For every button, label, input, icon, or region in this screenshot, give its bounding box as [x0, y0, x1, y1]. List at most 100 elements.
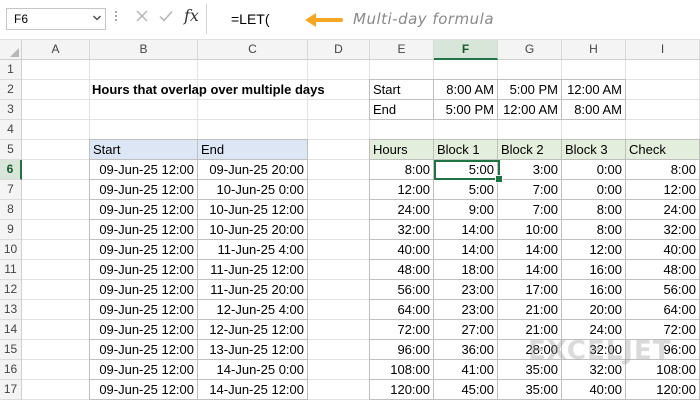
date-cell[interactable]: 09-Jun-25 12:00 [89, 159, 198, 180]
hours-cell[interactable]: 8:00 [625, 159, 700, 180]
hours-cell[interactable]: 16:00 [561, 259, 626, 280]
name-box[interactable]: F6 [6, 8, 106, 30]
hours-cell[interactable]: 8:00 [561, 199, 626, 220]
hours-cell[interactable]: 40:00 [369, 239, 434, 260]
row-header-12[interactable]: 12 [0, 280, 22, 300]
block-time-cell[interactable]: 5:00 PM [497, 79, 562, 100]
hours-cell[interactable]: 20:00 [561, 299, 626, 320]
date-cell[interactable]: 10-Jun-25 0:00 [197, 179, 308, 200]
hours-cell[interactable]: 7:00 [497, 179, 562, 200]
hours-cell[interactable]: 0:00 [561, 159, 626, 180]
hours-cell[interactable]: 18:00 [433, 259, 498, 280]
date-cell[interactable]: 10-Jun-25 20:00 [197, 219, 308, 240]
date-cell[interactable]: 09-Jun-25 12:00 [89, 219, 198, 240]
hours-cell[interactable]: 48:00 [625, 259, 700, 280]
select-all-corner[interactable] [0, 40, 22, 60]
hours-cell[interactable]: 0:00 [561, 179, 626, 200]
hours-cell[interactable]: 14:00 [433, 219, 498, 240]
hours-cell[interactable]: 23:00 [433, 299, 498, 320]
hours-table-header[interactable]: Check [625, 139, 700, 160]
date-cell[interactable]: 11-Jun-25 4:00 [197, 239, 308, 260]
row-header-11[interactable]: 11 [0, 260, 22, 280]
hours-cell[interactable]: 12:00 [625, 179, 700, 200]
row-header-13[interactable]: 13 [0, 300, 22, 320]
cancel-icon[interactable] [134, 8, 150, 24]
hours-table-header[interactable]: Block 3 [561, 139, 626, 160]
date-cell[interactable]: 09-Jun-25 12:00 [89, 279, 198, 300]
hours-cell[interactable]: 108:00 [369, 359, 434, 380]
hours-table-header[interactable]: Block 1 [433, 139, 498, 160]
hours-cell[interactable]: 64:00 [625, 299, 700, 320]
enter-check-icon[interactable] [158, 8, 174, 24]
hours-cell[interactable]: 64:00 [369, 299, 434, 320]
date-cell[interactable]: 09-Jun-25 12:00 [89, 239, 198, 260]
hours-cell[interactable]: 9:00 [433, 199, 498, 220]
date-cell[interactable]: 13-Jun-25 12:00 [197, 339, 308, 360]
date-cell[interactable]: 09-Jun-25 12:00 [89, 199, 198, 220]
date-cell[interactable]: 10-Jun-25 12:00 [197, 199, 308, 220]
row-header-1[interactable]: 1 [0, 60, 22, 80]
date-cell[interactable]: 12-Jun-25 4:00 [197, 299, 308, 320]
column-header-a[interactable]: A [22, 40, 90, 60]
column-header-b[interactable]: B [90, 40, 198, 60]
date-cell[interactable]: 12-Jun-25 12:00 [197, 319, 308, 340]
row-header-14[interactable]: 14 [0, 320, 22, 340]
date-cell[interactable]: 09-Jun-25 12:00 [89, 319, 198, 340]
hours-cell[interactable]: 5:00 [433, 179, 498, 200]
row-header-7[interactable]: 7 [0, 180, 22, 200]
date-cell[interactable]: 11-Jun-25 12:00 [197, 259, 308, 280]
column-header-f[interactable]: F [434, 40, 498, 60]
hours-cell[interactable]: 8:00 [561, 219, 626, 240]
row-header-9[interactable]: 9 [0, 220, 22, 240]
date-cell[interactable]: 14-Jun-25 0:00 [197, 359, 308, 380]
hours-cell[interactable]: 16:00 [561, 279, 626, 300]
insert-function-icon[interactable]: fx [184, 6, 199, 25]
hours-cell[interactable]: 48:00 [369, 259, 434, 280]
block-row-label[interactable]: End [369, 99, 434, 120]
hours-cell[interactable]: 24:00 [369, 199, 434, 220]
hours-cell[interactable]: 36:00 [433, 339, 498, 360]
row-header-10[interactable]: 10 [0, 240, 22, 260]
hours-cell[interactable]: 7:00 [497, 199, 562, 220]
hours-cell[interactable]: 32:00 [625, 219, 700, 240]
block-time-cell[interactable]: 8:00 AM [561, 99, 626, 120]
row-header-3[interactable]: 3 [0, 100, 22, 120]
hours-cell[interactable]: 17:00 [497, 279, 562, 300]
fill-handle[interactable] [495, 175, 503, 183]
date-cell[interactable]: 14-Jun-25 12:00 [197, 379, 308, 400]
chevron-down-icon[interactable] [93, 14, 101, 22]
hours-cell[interactable]: 23:00 [433, 279, 498, 300]
row-header-17[interactable]: 17 [0, 380, 22, 400]
hours-cell[interactable]: 41:00 [433, 359, 498, 380]
row-header-5[interactable]: 5 [0, 140, 22, 160]
block-time-cell[interactable]: 12:00 AM [497, 99, 562, 120]
hours-cell[interactable]: 8:00 [369, 159, 434, 180]
date-cell[interactable]: 09-Jun-25 12:00 [89, 179, 198, 200]
hours-cell[interactable]: 96:00 [369, 339, 434, 360]
column-header-g[interactable]: G [498, 40, 562, 60]
column-header-i[interactable]: I [626, 40, 700, 60]
hours-cell[interactable]: 21:00 [497, 299, 562, 320]
hours-cell[interactable]: 120:00 [625, 379, 700, 400]
hours-cell[interactable]: 35:00 [497, 379, 562, 400]
date-cell[interactable]: 09-Jun-25 12:00 [89, 339, 198, 360]
hours-cell[interactable]: 12:00 [369, 179, 434, 200]
hours-cell[interactable]: 3:00 [497, 159, 562, 180]
hours-cell[interactable]: 12:00 [561, 239, 626, 260]
row-header-15[interactable]: 15 [0, 340, 22, 360]
column-header-h[interactable]: H [562, 40, 626, 60]
hours-cell[interactable]: 120:00 [369, 379, 434, 400]
column-header-c[interactable]: C [198, 40, 308, 60]
date-cell[interactable]: 09-Jun-25 12:00 [89, 299, 198, 320]
column-header-e[interactable]: E [370, 40, 434, 60]
block-time-cell[interactable]: 12:00 AM [561, 79, 626, 100]
hours-cell[interactable]: 32:00 [369, 219, 434, 240]
hours-table-header[interactable]: Block 2 [497, 139, 562, 160]
row-header-8[interactable]: 8 [0, 200, 22, 220]
row-header-4[interactable]: 4 [0, 120, 22, 140]
date-cell[interactable]: 11-Jun-25 20:00 [197, 279, 308, 300]
formula-input[interactable]: =LET( Multi-day formula [206, 4, 700, 34]
dates-table-header[interactable]: End [197, 139, 308, 160]
hours-cell[interactable]: 56:00 [369, 279, 434, 300]
hours-cell[interactable]: 14:00 [433, 239, 498, 260]
